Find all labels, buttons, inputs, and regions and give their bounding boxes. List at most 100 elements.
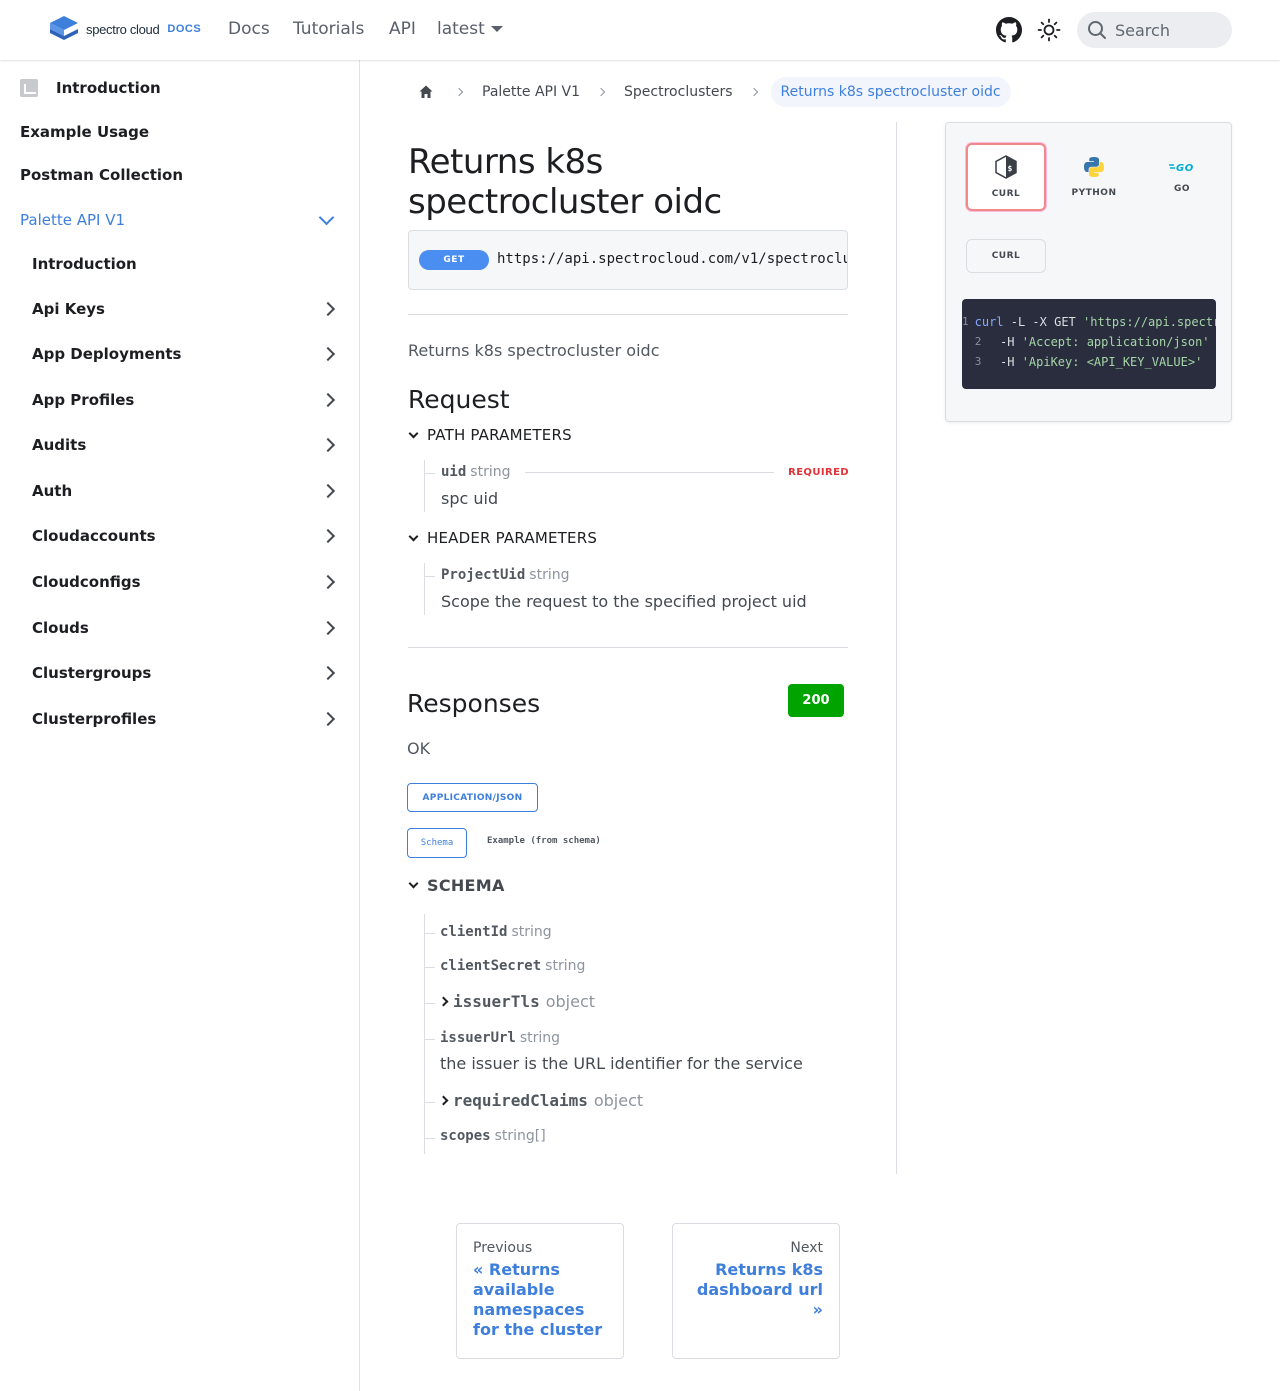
breadcrumb-current: Returns k8s spectrocluster oidc: [770, 77, 1011, 107]
sidebar-item-clustergroups[interactable]: Clustergroups: [0, 653, 359, 693]
chevron-right-icon[interactable]: [320, 574, 336, 590]
nav-link-tutorials[interactable]: Tutorials: [293, 19, 364, 39]
brand-logo[interactable]: spectro cloud DOCS: [48, 15, 201, 43]
chevron-right-icon[interactable]: [320, 665, 336, 681]
tree-connector: [425, 576, 435, 577]
version-dropdown[interactable]: latest: [437, 19, 503, 39]
schema-field: issuerUrl string: [440, 1030, 560, 1046]
sidebar-item-example-usage[interactable]: Example Usage: [0, 112, 359, 152]
status-code-tab[interactable]: 200: [788, 684, 844, 717]
param-description: spc uid: [441, 489, 499, 508]
chevron-right-icon[interactable]: [320, 528, 336, 544]
sidebar-item-postman-collection[interactable]: Postman Collection: [0, 155, 359, 195]
chevron-right-icon[interactable]: [320, 483, 336, 499]
sidebar-item-api-keys[interactable]: Api Keys: [0, 289, 359, 329]
field-name: issuerUrl: [440, 1030, 516, 1046]
chevron-right-icon: [438, 1095, 449, 1106]
field-type: object: [545, 992, 596, 1011]
response-description: OK: [407, 739, 431, 758]
sidebar-item-label: Api Keys: [32, 300, 105, 318]
language-tab-python[interactable]: PYTHON: [1054, 143, 1134, 211]
sidebar-item-app-profiles[interactable]: App Profiles: [0, 380, 359, 420]
path-parameters-list: uid string REQUIRED spc uid: [424, 460, 849, 512]
sidebar-item-label: Clouds: [32, 619, 89, 637]
version-label: latest: [437, 19, 485, 39]
svg-text:$: $: [1008, 164, 1013, 173]
chevron-right-icon[interactable]: [320, 392, 336, 408]
code-line: 2 -H 'Accept: application/json': [962, 335, 1216, 355]
code-string: 'ApiKey: <API_KEY_VALUE>': [1021, 355, 1203, 369]
tab-schema[interactable]: Schema: [407, 828, 467, 858]
code-variant-tab[interactable]: CURL: [966, 239, 1046, 273]
field-type: string: [545, 958, 586, 974]
nav-link-api[interactable]: API: [389, 19, 416, 39]
page-title: Returns k8s spectrocluster oidc: [408, 142, 722, 222]
breadcrumb-separator-icon: [749, 87, 758, 97]
schema-field-expandable[interactable]: issuerTls object: [438, 992, 596, 1011]
sidebar-item-palette-api-v1[interactable]: Palette API V1: [0, 200, 359, 240]
breadcrumb-separator-icon: [454, 87, 464, 97]
sidebar-item-clouds[interactable]: Clouds: [0, 608, 359, 648]
sidebar-item-audits[interactable]: Audits: [0, 425, 359, 465]
search-box[interactable]: [1077, 12, 1232, 48]
code-block[interactable]: 1 curl -L -X GET 'https://api.spectroclou…: [962, 299, 1216, 389]
sidebar-item-label: Example Usage: [20, 123, 150, 141]
tree-connector: [425, 967, 435, 968]
chevron-down-icon[interactable]: [318, 209, 335, 226]
chevron-right-icon[interactable]: [320, 346, 336, 362]
schema-heading: SCHEMA: [427, 876, 505, 895]
mime-type-tab[interactable]: APPLICATION/JSON: [407, 783, 538, 812]
chevron-right-icon[interactable]: [320, 620, 336, 636]
sidebar-item-app-deployments[interactable]: App Deployments: [0, 334, 359, 374]
endpoint-url[interactable]: https://api.spectrocloud.com/v1/spectroc…: [497, 251, 847, 267]
schema-field: scopes string[]: [440, 1128, 546, 1144]
chevron-right-icon[interactable]: [320, 301, 336, 317]
tab-example[interactable]: Example (from schema): [487, 836, 601, 846]
sidebar-item-introduction[interactable]: Introduction: [0, 68, 359, 108]
language-tab-go[interactable]: GO GO: [1142, 143, 1222, 211]
param-name: uid: [441, 464, 467, 480]
field-name: clientId: [440, 924, 508, 940]
sidebar-item-introduction-sub[interactable]: Introduction: [0, 244, 359, 284]
sidebar-item-clusterprofiles[interactable]: Clusterprofiles: [0, 699, 359, 730]
field-name: scopes: [440, 1128, 491, 1144]
param-type: string: [529, 567, 570, 583]
caret-down-icon: [490, 26, 503, 32]
tree-connector: [425, 1003, 435, 1004]
sidebar-item-label: Cloudconfigs: [32, 573, 141, 591]
param-divider: [524, 471, 775, 473]
param-row: uid string REQUIRED: [441, 464, 849, 480]
chevron-right-icon[interactable]: [320, 437, 336, 453]
pagination-next[interactable]: Next Returns k8s dashboard url »: [672, 1223, 840, 1359]
nav-link-docs[interactable]: Docs: [228, 19, 270, 39]
schema-field-expandable[interactable]: requiredClaims object: [438, 1091, 643, 1110]
field-name: requiredClaims: [453, 1091, 588, 1110]
sidebar-item-cloudconfigs[interactable]: Cloudconfigs: [0, 562, 359, 602]
breadcrumb-item[interactable]: Palette API V1: [476, 84, 586, 100]
sidebar-item-label: Cloudaccounts: [32, 527, 156, 545]
sidebar-item-label: Clustergroups: [32, 664, 152, 682]
sidebar-scroll-area[interactable]: Introduction Example Usage Postman Colle…: [0, 60, 359, 730]
param-name: ProjectUid: [441, 567, 526, 583]
theme-toggle-sun-icon[interactable]: [1037, 18, 1061, 42]
language-tab-curl[interactable]: $ CURL: [966, 143, 1046, 211]
tree-connector: [425, 1039, 435, 1040]
brand-name: spectro cloud: [86, 21, 160, 37]
path-parameters-toggle[interactable]: PATH PARAMETERS: [408, 426, 572, 444]
pagination-previous[interactable]: Previous « Returns available namespaces …: [456, 1223, 624, 1359]
header-parameters-toggle[interactable]: HEADER PARAMETERS: [408, 529, 597, 547]
schema-toggle[interactable]: SCHEMA: [408, 876, 505, 895]
sidebar-item-cloudaccounts[interactable]: Cloudaccounts: [0, 516, 359, 556]
breadcrumb-home[interactable]: [408, 76, 444, 108]
line-number: 1: [962, 315, 969, 328]
sidebar-item-label: Postman Collection: [20, 166, 184, 184]
field-type: string: [511, 924, 552, 940]
bash-icon: $: [995, 155, 1017, 179]
code-string: 'https://api.spectrocloud.com/v1/spectro…: [1083, 315, 1216, 329]
breadcrumb-item[interactable]: Spectroclusters: [618, 84, 739, 100]
search-input[interactable]: [1115, 20, 1225, 40]
responses-heading: Responses: [407, 689, 541, 718]
chevron-right-icon[interactable]: [320, 711, 336, 727]
github-icon[interactable]: [996, 17, 1022, 43]
sidebar-item-auth[interactable]: Auth: [0, 471, 359, 511]
